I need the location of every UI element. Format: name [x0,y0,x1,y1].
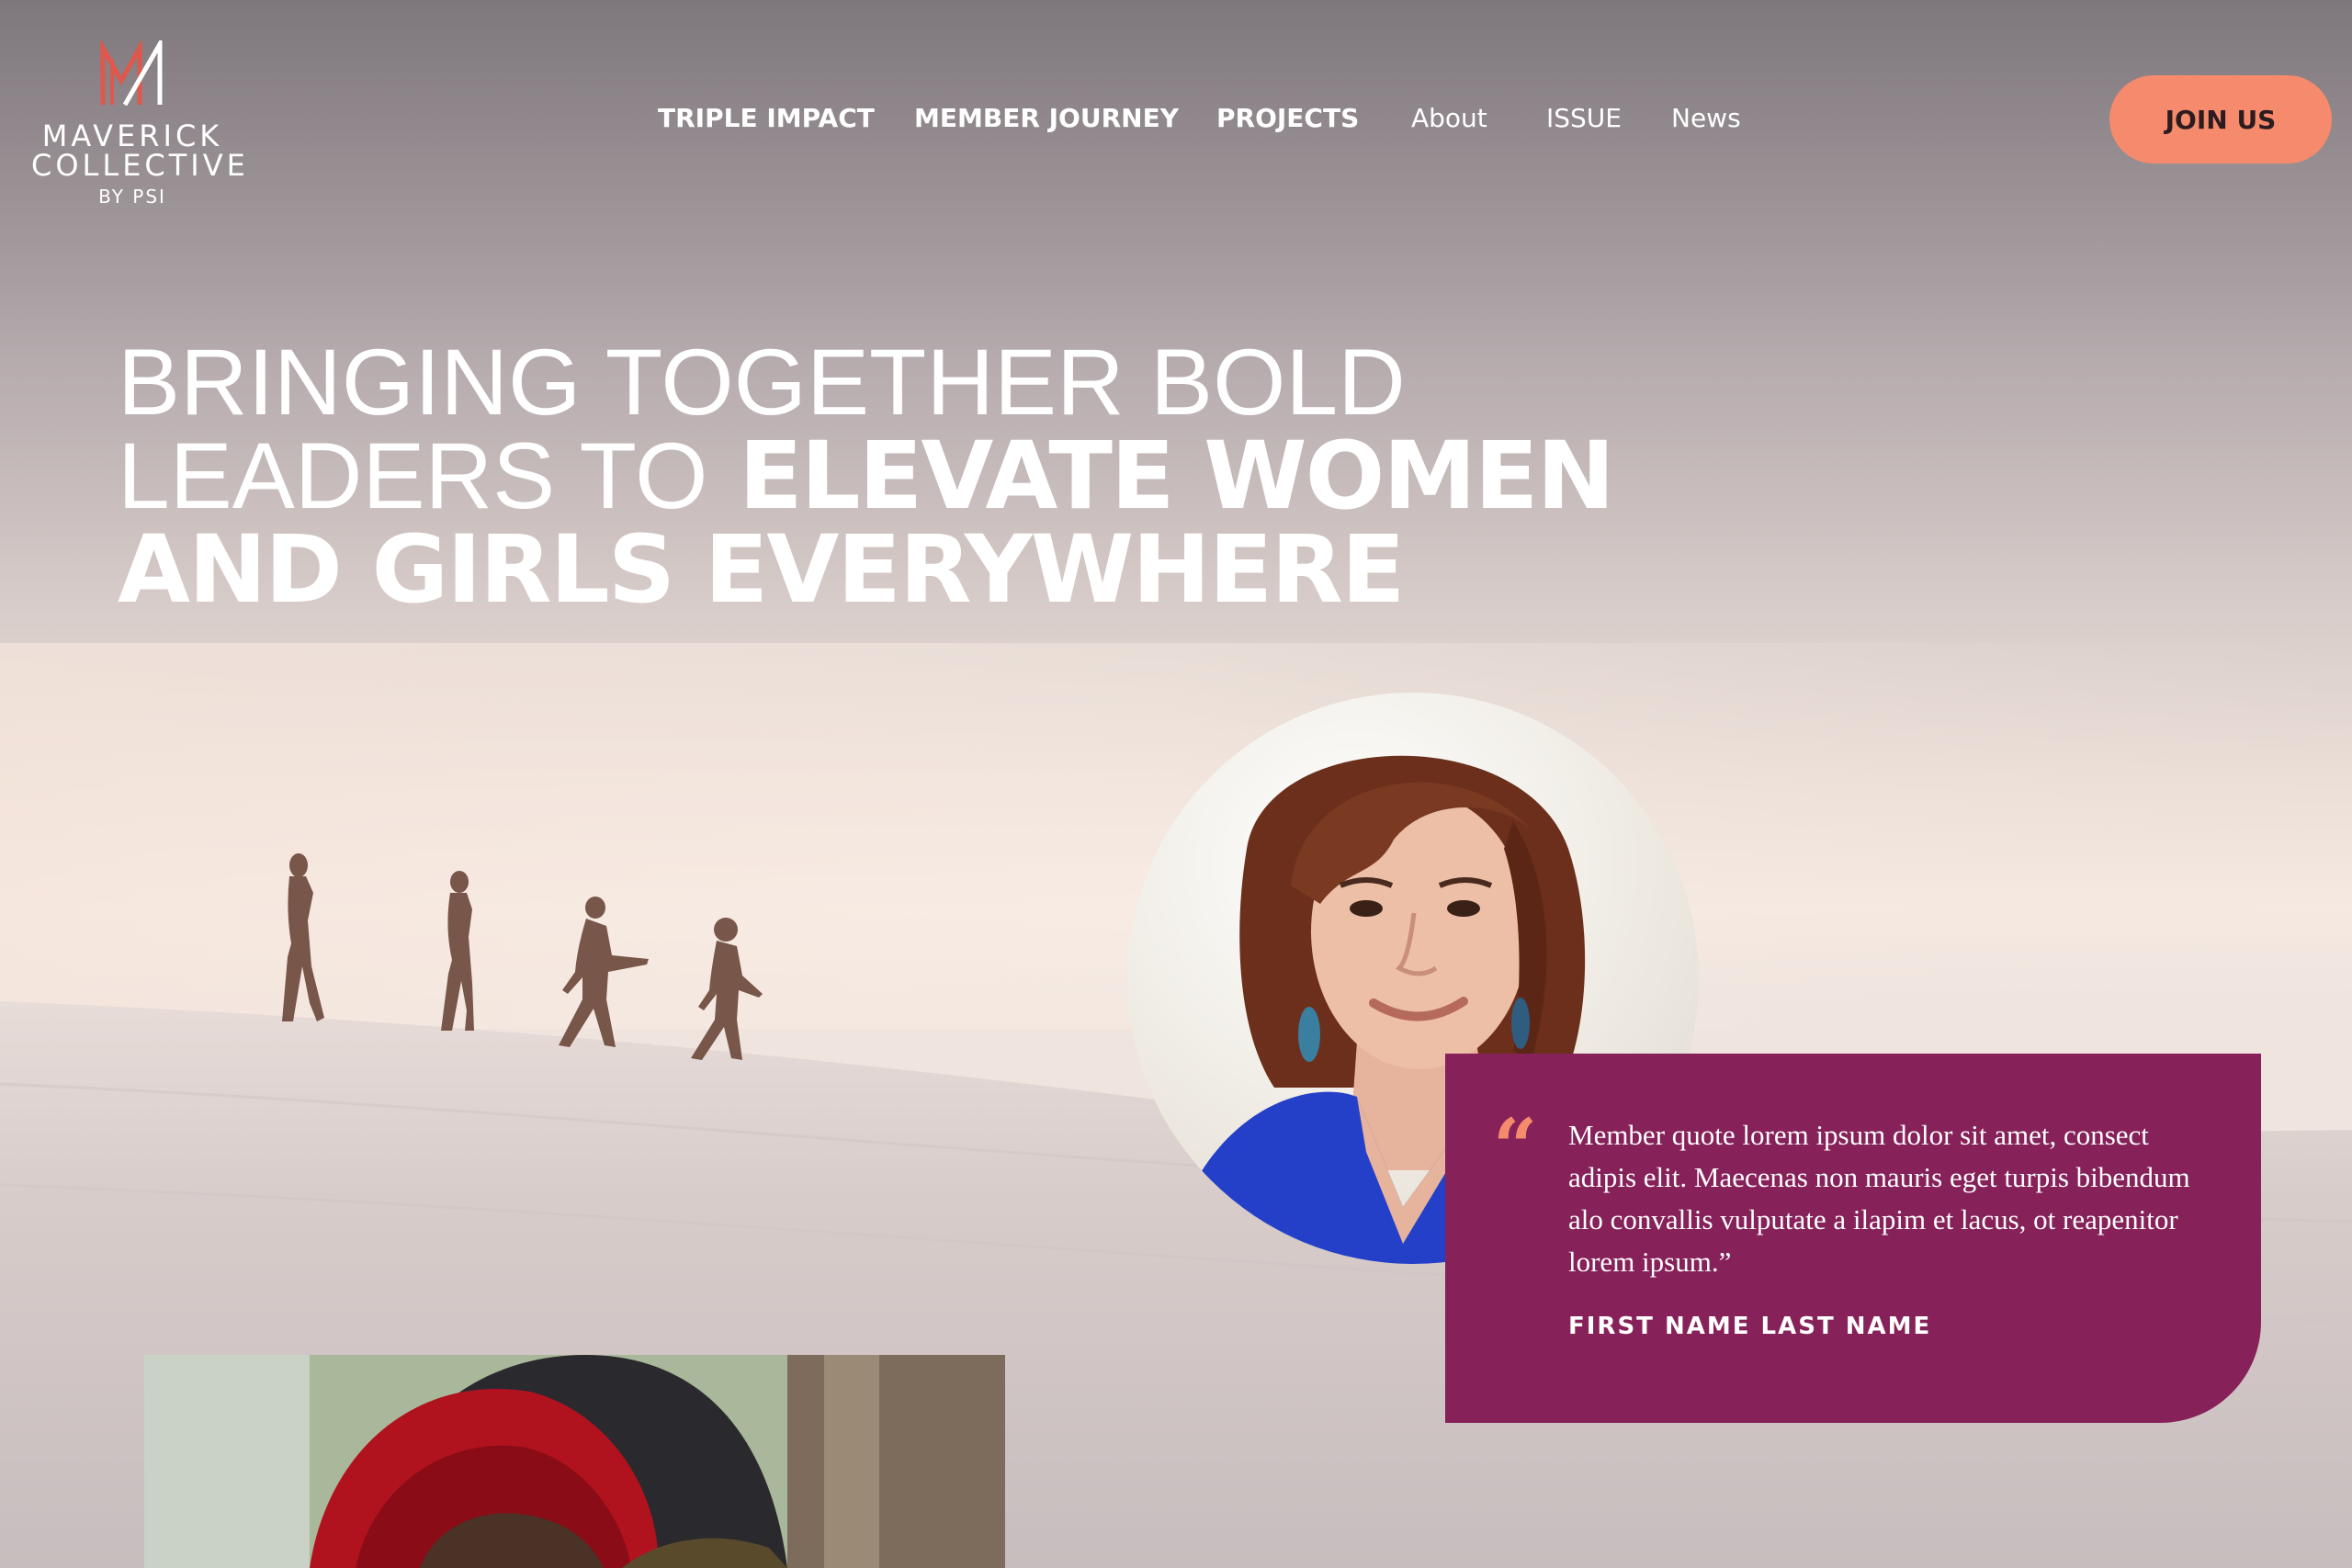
nav-item-issue[interactable]: ISSUE [1546,99,1622,138]
member-quote-card: “ Member quote lorem ipsum dolor sit ame… [1445,1054,2261,1423]
headline-line2-light: LEADERS TO [118,423,708,528]
headline-line1: BRINGING TOGETHER BOLD [118,330,1406,434]
quote-author-name: FIRST NAME LAST NAME [1568,1313,1932,1340]
woman-red-headscarf-photo [144,1355,1005,1568]
hero-headline: BRINGING TOGETHER BOLD LEADERS TO ELEVAT… [118,330,1615,625]
nav-item-member-journey[interactable]: MEMBER JOURNEY [914,99,1179,138]
nav-item-news[interactable]: News [1671,99,1741,138]
logo-line2: COLLECTIVE [31,148,249,183]
logo-by-psi: BY PSI [98,186,166,208]
quote-icon: “ [1493,1101,1538,1192]
headline-line3: AND GIRLS EVERYWHERE [118,515,1406,625]
nav-item-triple-impact[interactable]: TRIPLE IMPACT [658,99,875,138]
main-nav: TRIPLE IMPACT MEMBER JOURNEY PROJECTS Ab… [0,99,2352,138]
nav-item-about[interactable]: About [1411,99,1487,138]
nav-item-projects[interactable]: PROJECTS [1216,99,1359,138]
quote-text: Member quote lorem ipsum dolor sit amet,… [1568,1119,2190,1278]
hero-section: MAVERICK COLLECTIVE BY PSI TRIPLE IMPACT… [0,0,2352,1568]
member-photo-preview [144,1355,1005,1568]
join-us-button[interactable]: JOIN US [2109,75,2332,164]
maverick-m-icon [100,40,163,107]
